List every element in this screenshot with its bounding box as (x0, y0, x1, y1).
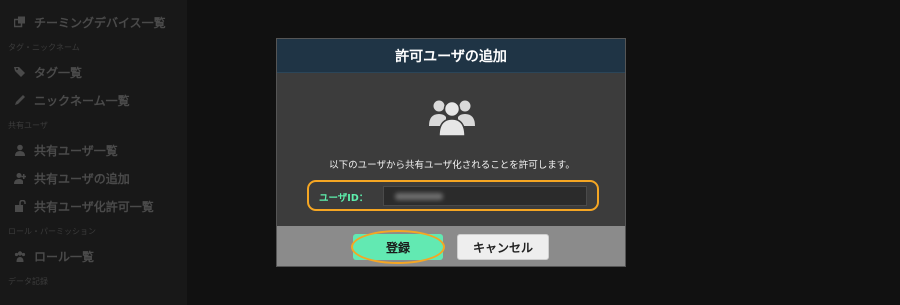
redacted-user-id (395, 193, 443, 200)
user-icon (14, 144, 26, 156)
pencil-icon (14, 94, 26, 106)
dialog-footer: 登録 キャンセル (277, 226, 625, 266)
users-icon (14, 250, 26, 262)
user-plus-icon (14, 172, 26, 184)
dialog-title: 許可ユーザの追加 (277, 39, 625, 73)
sidebar-item-label: ロール一覧 (34, 249, 95, 264)
user-id-field-row: ユーザID： (307, 180, 599, 211)
sidebar-item-shared-user-permissions[interactable]: 共有ユーザ化許可一覧 (0, 192, 187, 220)
sidebar-section-shared-users: 共有ユーザ (8, 120, 48, 130)
dialog-message: 以下のユーザから共有ユーザ化されることを許可します。 (329, 160, 575, 171)
sidebar-item-label: 共有ユーザ一覧 (34, 143, 118, 158)
sidebar: チーミングデバイス一覧 タグ・ニックネーム タグ一覧 ニックネーム一覧 共有ユー… (0, 0, 187, 305)
sidebar-item-label: 共有ユーザの追加 (34, 171, 130, 186)
sidebar-item-shared-users[interactable]: 共有ユーザ一覧 (0, 136, 187, 164)
tags-icon (14, 66, 26, 78)
sidebar-item-add-shared-user[interactable]: 共有ユーザの追加 (0, 164, 187, 192)
sidebar-item-teaming-devices[interactable]: チーミングデバイス一覧 (0, 8, 187, 36)
user-id-label: ユーザID： (319, 193, 369, 204)
sidebar-section-data-records: データ記録 (8, 276, 48, 286)
sidebar-item-roles[interactable]: ロール一覧 (0, 242, 187, 270)
clone-icon (14, 16, 26, 28)
sidebar-section-roles: ロール・パーミッション (8, 226, 96, 236)
cancel-button[interactable]: キャンセル (457, 234, 549, 260)
users-icon (428, 96, 476, 138)
sidebar-item-label: 共有ユーザ化許可一覧 (34, 199, 154, 214)
sidebar-item-label: ニックネーム一覧 (34, 93, 130, 108)
sidebar-item-label: タグ一覧 (34, 65, 83, 80)
sidebar-item-nicknames[interactable]: ニックネーム一覧 (0, 86, 187, 114)
sidebar-item-label: チーミングデバイス一覧 (34, 15, 166, 30)
register-button[interactable]: 登録 (353, 234, 443, 260)
sidebar-section-tags: タグ・ニックネーム (8, 42, 80, 52)
add-permitted-user-dialog: 許可ユーザの追加 以下のユーザから共有ユーザ化されることを許可します。 ユーザI… (276, 38, 626, 267)
sidebar-item-tags[interactable]: タグ一覧 (0, 58, 187, 86)
unlock-icon (14, 200, 26, 212)
